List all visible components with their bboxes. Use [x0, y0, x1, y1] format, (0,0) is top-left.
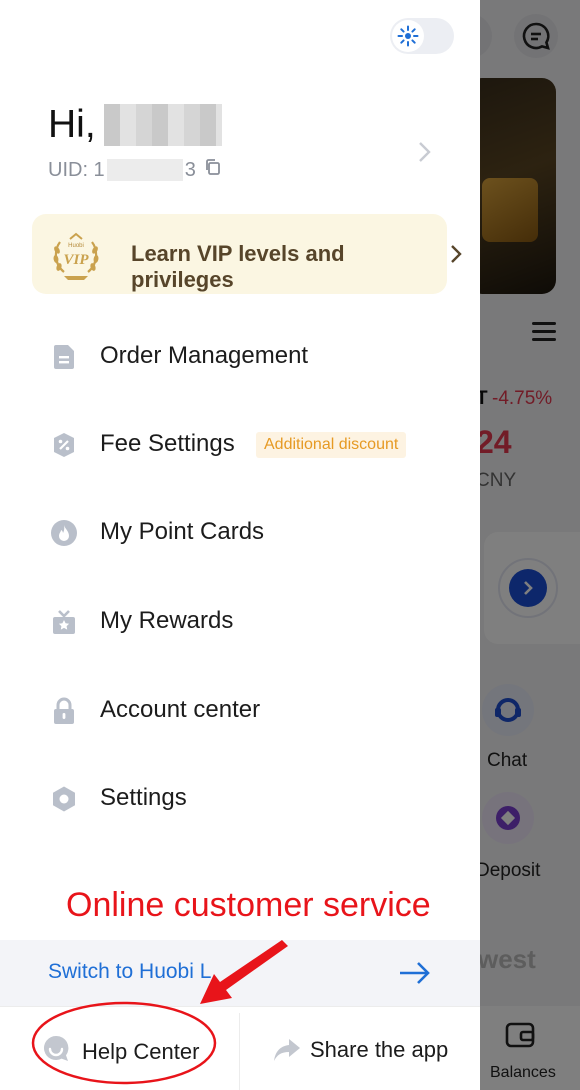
copy-icon[interactable] [204, 158, 222, 182]
additional-discount-badge: Additional discount [256, 432, 407, 458]
help-center-label: Help Center [82, 1039, 200, 1064]
help-center-button[interactable]: Help Center [30, 1007, 234, 1090]
vip-laurel-icon: Huobi VIP [48, 228, 104, 284]
flame-icon [50, 519, 78, 547]
vip-chevron-icon [449, 243, 463, 270]
sun-icon [392, 20, 424, 52]
headset-chat-icon [42, 1034, 70, 1067]
theme-toggle[interactable] [390, 18, 454, 54]
menu-label: Order Management [100, 342, 309, 369]
uid-prefix: UID: 1 [48, 158, 105, 181]
uid-mask [106, 159, 183, 181]
uid-row: UID: 1 3 [48, 158, 222, 182]
username-blurred [104, 104, 222, 146]
greeting-text: Hi, [48, 103, 96, 146]
arrow-right-icon [398, 960, 432, 991]
annotation-label: Online customer service [66, 886, 431, 924]
menu-label: Settings [100, 784, 187, 811]
gift-icon [50, 608, 78, 636]
share-app-button[interactable]: Share the app [262, 1007, 472, 1090]
percent-tag-icon [50, 431, 78, 459]
menu-order-management[interactable]: Order Management [0, 326, 480, 386]
menu-label: Account center [100, 696, 261, 723]
document-icon [50, 343, 78, 371]
menu-my-point-cards[interactable]: My Point Cards [0, 502, 480, 562]
lock-icon [50, 697, 78, 725]
menu-label: My Rewards [100, 607, 234, 634]
vip-banner[interactable]: Huobi VIP Learn VIP levels and privilege… [32, 214, 462, 294]
menu-label: My Point Cards [100, 518, 265, 545]
switch-link-label: Switch to Huobi L [48, 960, 212, 983]
share-app-label: Share the app [310, 1037, 449, 1062]
menu-fee-settings[interactable]: Fee Settings Additional discount [0, 414, 480, 474]
menu-my-rewards[interactable]: My Rewards [0, 591, 480, 651]
menu-settings[interactable]: Settings [0, 768, 480, 828]
vip-badge-text: VIP [63, 252, 89, 268]
hexagon-icon [50, 785, 78, 813]
profile-chevron-icon[interactable] [414, 140, 434, 169]
vip-banner-label: Learn VIP levels and privileges [131, 241, 345, 292]
vip-brand: Huobi [68, 243, 84, 249]
menu-label: Fee Settings [100, 430, 235, 457]
share-arrow-icon [272, 1037, 302, 1068]
side-drawer: Hi, UID: 1 3 Huobi VIP Learn VIP levels … [0, 0, 480, 1090]
menu-account-center[interactable]: Account center [0, 680, 480, 740]
uid-suffix: 3 [184, 158, 196, 181]
bottom-divider [239, 1013, 240, 1090]
drawer-bottom-bar: Help Center Share the app [0, 1006, 480, 1090]
switch-to-huobi-lite[interactable]: Switch to Huobi L [0, 940, 480, 1006]
